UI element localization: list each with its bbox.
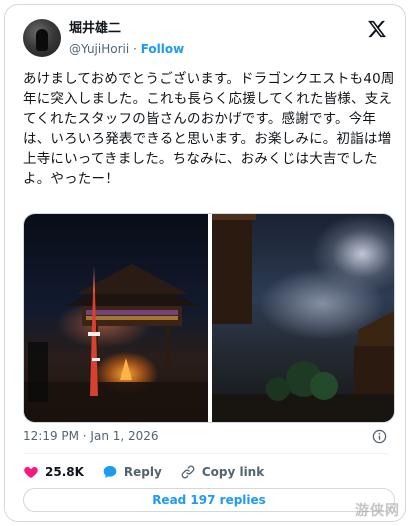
info-icon[interactable] [372,429,387,444]
like-button[interactable]: 25.8K [23,464,84,480]
reply-label: Reply [123,465,162,479]
tweet-text: あけましておめでとうございます。ドラゴンクエストも40周年に突入しました。これも… [23,71,395,187]
author-name[interactable]: 堀井雄二 [69,21,121,37]
watermark: 游侠网 [355,503,400,519]
heart-icon [24,467,38,478]
follow-button[interactable]: Follow [141,42,185,56]
x-logo-icon[interactable] [367,19,387,39]
avatar[interactable] [23,19,61,57]
read-replies-button[interactable]: Read 197 replies [23,488,395,512]
author-handle-row: @YujiHorii · Follow [69,41,184,57]
copy-link-label: Copy link [201,465,265,479]
author-handle[interactable]: @YujiHorii [69,42,129,56]
reply-icon [103,466,117,478]
action-bar: 25.8K Reply Copy link [23,463,282,481]
divider [23,453,387,454]
copy-link-button[interactable]: Copy link [180,464,264,480]
reply-button[interactable]: Reply [102,464,162,480]
media-illustration [24,214,394,422]
link-icon [181,465,195,479]
tweet-timestamp[interactable]: 12:19 PM · Jan 1, 2026 [23,429,159,443]
like-count: 25.8K [45,465,84,479]
tweet-card: 堀井雄二 @YujiHorii · Follow あけましておめでとうございます… [4,4,406,522]
tweet-media[interactable] [23,213,395,423]
handle-separator: · [133,42,137,56]
